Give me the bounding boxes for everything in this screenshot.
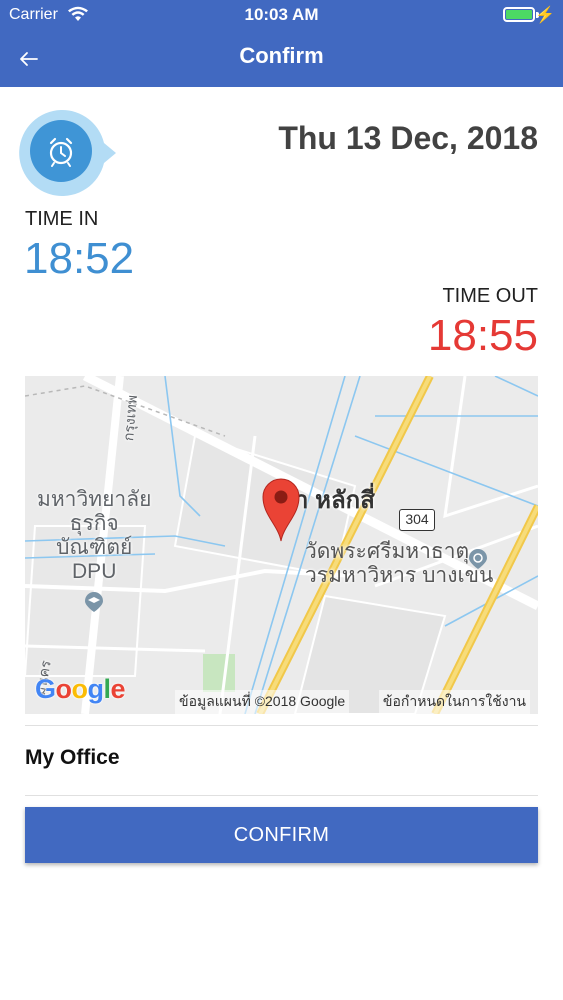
confirm-button[interactable]: CONFIRM [25,807,538,863]
google-logo: Google [35,674,126,705]
charging-icon: ⚡ [535,7,555,24]
back-button[interactable] [16,44,46,74]
time-in-label: TIME IN [25,208,99,230]
divider [25,725,538,726]
school-poi-icon [85,592,103,612]
status-bar: Carrier 10:03 AM ⚡ [0,0,563,30]
location-name: My Office [25,746,120,769]
location-map[interactable]: มหาวิทยาลัย ธุรกิจ บัณฑิตย์ DPU า หลักสี… [25,376,538,714]
divider [25,795,538,796]
temple-poi-icon [469,549,487,569]
time-in-value: 18:52 [24,234,135,283]
battery-level-fill [506,10,532,19]
map-label-university: มหาวิทยาลัย ธุรกิจ บัณฑิตย์ DPU [37,488,152,583]
attendance-date: Thu 13 Dec, 2018 [278,120,538,156]
time-out-label: TIME OUT [442,285,538,307]
map-label-temple: วัดพระศรีมหาธาตุ วรมหาวิหาร บางเขน [305,540,494,587]
navigation-header: Confirm [0,30,563,87]
map-terms-link[interactable]: ข้อกำหนดในการใช้งาน [378,690,530,714]
arrow-left-icon [20,52,38,66]
route-shield: 304 [399,509,435,531]
time-out-value: 18:55 [427,311,538,360]
location-pin-icon [262,478,300,542]
google-logo-letters: Google [35,674,126,704]
status-time: 10:03 AM [244,5,319,24]
page-title: Confirm [239,43,324,68]
map-attribution: ข้อมูลแผนที่ ©2018 Google [175,690,350,714]
alarm-clock-icon [19,109,116,196]
map-label-area: า หลักสี่ [295,487,375,514]
battery-icon [503,7,535,22]
map-label-road-vertical: กรุงเทพ [120,394,141,442]
